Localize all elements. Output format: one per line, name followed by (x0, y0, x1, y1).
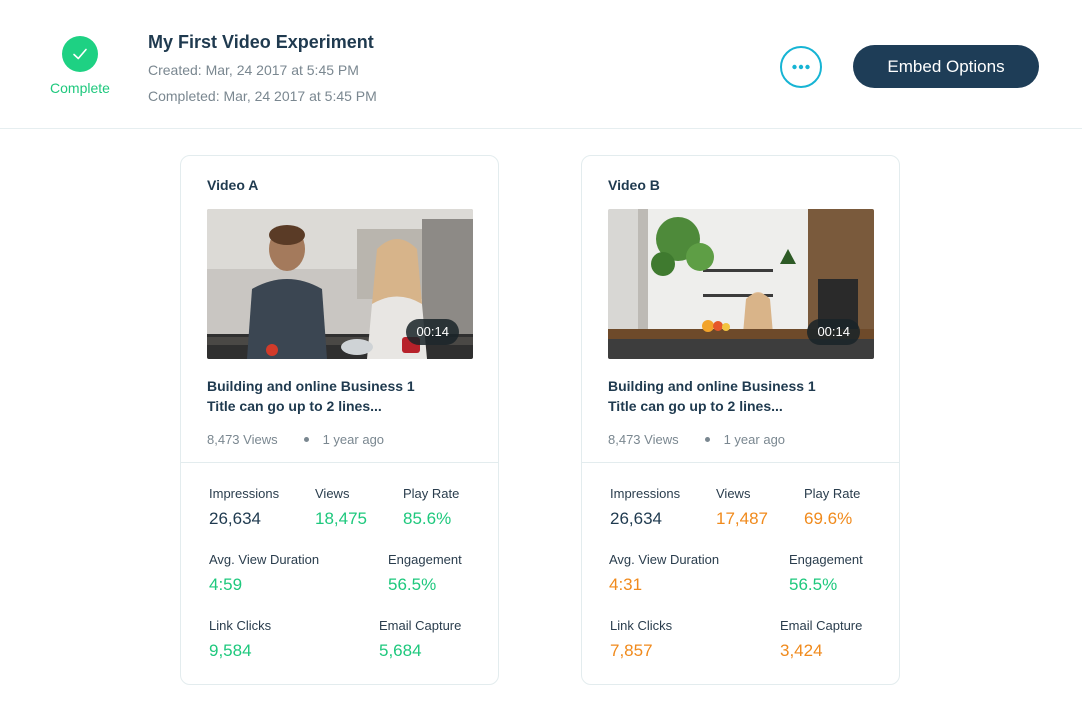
stat-label: Engagement (388, 552, 462, 567)
video-card-b: Video B 00:14 Building and online Busine… (581, 155, 900, 685)
email-capture-stat: Email Capture 5,684 (379, 618, 461, 661)
video-meta: 8,473 Views 1 year ago (207, 432, 384, 447)
stat-label: Avg. View Duration (209, 552, 320, 567)
video-meta: 8,473 Views 1 year ago (608, 432, 785, 447)
video-title-line-1: Building and online Business 1 (608, 378, 816, 394)
stat-value: 4:59 (209, 575, 243, 594)
video-title[interactable]: Building and online Business 1 Title can… (207, 376, 477, 416)
stat-label: Play Rate (403, 486, 460, 501)
stat-label: Email Capture (780, 618, 863, 633)
video-title[interactable]: Building and online Business 1 Title can… (608, 376, 878, 416)
stat-value: 56.5% (388, 575, 437, 594)
link-clicks-stat: Link Clicks 9,584 (209, 618, 271, 661)
separator-dot (303, 437, 309, 442)
status-label: Complete (50, 80, 110, 96)
stat-label: Avg. View Duration (609, 552, 720, 567)
stat-value: 26,634 (610, 509, 662, 528)
stat-value: 69.6% (804, 509, 853, 528)
video-thumbnail[interactable]: 00:14 (608, 209, 874, 359)
impressions-stat: Impressions 26,634 (209, 486, 279, 529)
stat-value: 7,857 (610, 641, 653, 660)
impressions-stat: Impressions 26,634 (610, 486, 680, 529)
checkmark-icon (62, 36, 98, 72)
video-title-line-2: Title can go up to 2 lines... (608, 398, 783, 414)
experiment-header: Complete My First Video Experiment Creat… (0, 0, 1082, 129)
embed-options-button[interactable]: Embed Options (853, 45, 1039, 88)
views-stat: Views 18,475 (315, 486, 367, 529)
video-title-line-2: Title can go up to 2 lines... (207, 398, 382, 414)
play-rate-stat: Play Rate 85.6% (403, 486, 459, 529)
email-capture-stat: Email Capture 3,424 (780, 618, 862, 661)
stat-value: 9,584 (209, 641, 252, 660)
views-stat: Views 17,487 (716, 486, 768, 529)
video-thumbnail[interactable]: 00:14 (207, 209, 473, 359)
video-label: Video B (608, 177, 660, 193)
ellipsis-icon (792, 64, 810, 70)
stat-value: 3,424 (780, 641, 823, 660)
video-label: Video A (207, 177, 259, 193)
card-divider (181, 462, 498, 463)
play-rate-stat: Play Rate 69.6% (804, 486, 860, 529)
video-age: 1 year ago (723, 432, 786, 447)
stat-label: Link Clicks (610, 618, 673, 633)
stat-value: 85.6% (403, 509, 452, 528)
stat-label: Play Rate (804, 486, 861, 501)
avg-view-duration-stat: Avg. View Duration 4:31 (609, 552, 719, 595)
stat-value: 18,475 (315, 509, 367, 528)
stat-label: Email Capture (379, 618, 462, 633)
link-clicks-stat: Link Clicks 7,857 (610, 618, 672, 661)
stat-value: 4:31 (609, 575, 643, 594)
video-age: 1 year ago (322, 432, 385, 447)
stat-label: Impressions (610, 486, 681, 501)
stat-label: Impressions (209, 486, 280, 501)
stat-label: Views (315, 486, 350, 501)
separator-dot (704, 437, 710, 442)
engagement-stat: Engagement 56.5% (388, 552, 462, 595)
video-duration: 00:14 (406, 319, 459, 345)
completed-date: Completed: Mar, 24 2017 at 5:45 PM (148, 88, 377, 104)
experiment-title: My First Video Experiment (148, 32, 374, 52)
video-card-a: Video A 00:14 Building and online Busine… (180, 155, 499, 685)
status-indicator: Complete (40, 36, 120, 96)
stat-label: Engagement (789, 552, 863, 567)
video-title-line-1: Building and online Business 1 (207, 378, 415, 394)
more-options-button[interactable] (780, 46, 822, 88)
view-count: 8,473 Views (608, 432, 679, 447)
avg-view-duration-stat: Avg. View Duration 4:59 (209, 552, 319, 595)
stat-value: 26,634 (209, 509, 261, 528)
stat-value: 56.5% (789, 575, 838, 594)
video-duration: 00:14 (807, 319, 860, 345)
stat-value: 5,684 (379, 641, 422, 660)
view-count: 8,473 Views (207, 432, 278, 447)
created-date: Created: Mar, 24 2017 at 5:45 PM (148, 62, 359, 78)
stat-label: Views (716, 486, 751, 501)
engagement-stat: Engagement 56.5% (789, 552, 863, 595)
stat-label: Link Clicks (209, 618, 272, 633)
stat-value: 17,487 (716, 509, 768, 528)
card-divider (582, 462, 899, 463)
